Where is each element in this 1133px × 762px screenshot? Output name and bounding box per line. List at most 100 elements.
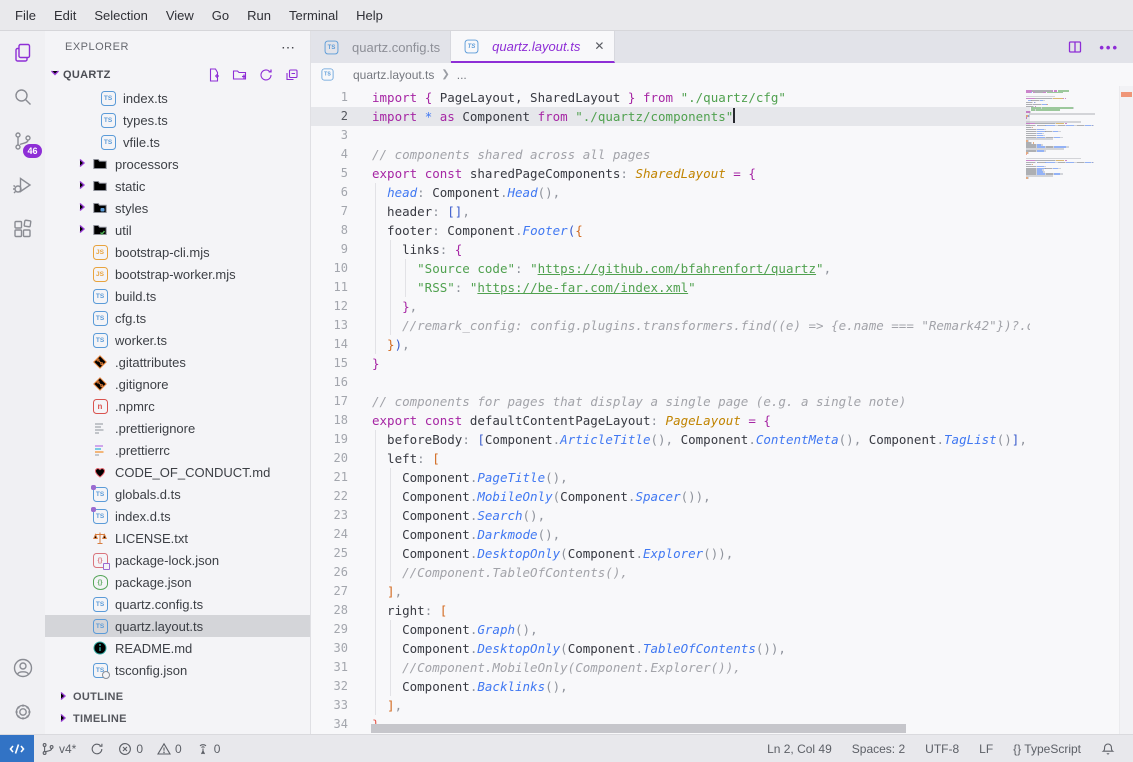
git-branch-status[interactable]: v4* [34,742,83,756]
activity-settings-gear-icon[interactable] [0,690,45,734]
code-line-17[interactable]: 17// components for pages that display a… [311,392,1030,411]
timeline-section[interactable]: TIMELINE [45,708,310,730]
views-more-actions-icon[interactable]: ⋯ [281,39,296,56]
tree-item-static[interactable]: static [45,175,310,197]
code-line-32[interactable]: 32 Component.Backlinks(), [311,677,1030,696]
code-line-26[interactable]: 26 //Component.TableOfContents(), [311,563,1030,582]
tree-item-package-json[interactable]: {}package.json [45,571,310,593]
tree-item-code-of-conduct-md[interactable]: CODE_OF_CONDUCT.md [45,461,310,483]
activity-run-debug-icon[interactable] [0,163,45,207]
tree-item-index-ts[interactable]: TSindex.ts [45,87,310,109]
code-line-5[interactable]: 5export const sharedPageComponents: Shar… [311,164,1030,183]
tree-item--prettierignore[interactable]: .prettierignore [45,417,310,439]
activity-files-icon[interactable] [0,31,45,75]
tab-quartz-config-ts[interactable]: TSquartz.config.ts [311,31,451,63]
tree-item-license-txt[interactable]: LICENSE.txt [45,527,310,549]
code-line-8[interactable]: 8 footer: Component.Footer({ [311,221,1030,240]
menu-item-selection[interactable]: Selection [85,5,156,26]
minimap[interactable] [1020,88,1120,734]
language-mode[interactable]: {} TypeScript [1003,742,1091,756]
tree-item-readme-md[interactable]: README.md [45,637,310,659]
activity-search-icon[interactable] [0,75,45,119]
tree-item-worker-ts[interactable]: TSworker.ts [45,329,310,351]
tree-item-build-ts[interactable]: TSbuild.ts [45,285,310,307]
tree-item-index-d-ts[interactable]: TSindex.d.ts [45,505,310,527]
horizontal-scrollbar[interactable] [371,724,906,733]
menu-item-file[interactable]: File [6,5,45,26]
split-editor-icon[interactable] [1067,39,1083,55]
warnings-status[interactable]: 0 [150,742,189,756]
menu-item-go[interactable]: Go [203,5,238,26]
remote-indicator[interactable] [0,735,34,762]
new-folder-icon[interactable] [232,67,248,83]
menu-item-edit[interactable]: Edit [45,5,85,26]
code-line-33[interactable]: 33 ], [311,696,1030,715]
code-line-30[interactable]: 30 Component.DesktopOnly(Component.Table… [311,639,1030,658]
more-actions-icon[interactable]: ••• [1099,40,1119,55]
activity-extensions-icon[interactable] [0,207,45,251]
breadcrumb-file[interactable]: quartz.layout.ts [353,68,434,82]
tree-item-bootstrap-worker-mjs[interactable]: JSbootstrap-worker.mjs [45,263,310,285]
code-line-9[interactable]: 9 links: { [311,240,1030,259]
breadcrumb[interactable]: TS quartz.layout.ts ❯ ... [311,63,1133,86]
tree-item-styles[interactable]: styles [45,197,310,219]
collapse-all-icon[interactable] [284,67,300,83]
cursor-position[interactable]: Ln 2, Col 49 [757,742,842,756]
tree-item-package-lock-json[interactable]: {}package-lock.json [45,549,310,571]
indentation[interactable]: Spaces: 2 [842,742,915,756]
tree-item-util[interactable]: util [45,219,310,241]
activity-source-control-icon[interactable]: 46 [0,119,45,163]
code-line-12[interactable]: 12 }, [311,297,1030,316]
tree-item-quartz-layout-ts[interactable]: TSquartz.layout.ts [45,615,310,637]
code-line-23[interactable]: 23 Component.Search(), [311,506,1030,525]
tree-item--gitignore[interactable]: .gitignore [45,373,310,395]
tree-item-cfg-ts[interactable]: TScfg.ts [45,307,310,329]
menu-item-view[interactable]: View [157,5,203,26]
menu-item-help[interactable]: Help [347,5,392,26]
code-line-27[interactable]: 27 ], [311,582,1030,601]
tree-item--gitattributes[interactable]: .gitattributes [45,351,310,373]
eol[interactable]: LF [969,742,1003,756]
folder-section-header[interactable]: QUARTZ [45,63,310,86]
tree-item-tsconfig-json[interactable]: TStsconfig.json [45,659,310,681]
tree-item-quartz-config-ts[interactable]: TSquartz.config.ts [45,593,310,615]
outline-section[interactable]: OUTLINE [45,686,310,708]
notifications[interactable] [1091,742,1125,756]
code-editor[interactable]: 1import { PageLayout, SharedLayout } fro… [311,86,1133,734]
new-file-icon[interactable] [206,67,222,83]
code-line-31[interactable]: 31 //Component.MobileOnly(Component.Expl… [311,658,1030,677]
tree-item--npmrc[interactable]: n.npmrc [45,395,310,417]
code-line-7[interactable]: 7 header: [], [311,202,1030,221]
code-line-19[interactable]: 19 beforeBody: [Component.ArticleTitle()… [311,430,1030,449]
sync-status[interactable] [83,742,111,756]
code-line-10[interactable]: 10 "Source code": "https://github.com/bf… [311,259,1030,278]
tree-item-types-ts[interactable]: TStypes.ts [45,109,310,131]
errors-status[interactable]: 0 [111,742,150,756]
tree-item-vfile-ts[interactable]: TSvfile.ts [45,131,310,153]
refresh-icon[interactable] [258,67,274,83]
tree-item-globals-d-ts[interactable]: TSglobals.d.ts [45,483,310,505]
breadcrumb-symbol[interactable]: ... [457,68,467,82]
code-line-2[interactable]: 2import * as Component from "./quartz/co… [311,107,1030,126]
code-line-1[interactable]: 1import { PageLayout, SharedLayout } fro… [311,88,1030,107]
code-line-25[interactable]: 25 Component.DesktopOnly(Component.Explo… [311,544,1030,563]
tree-item-bootstrap-cli-mjs[interactable]: JSbootstrap-cli.mjs [45,241,310,263]
code-line-3[interactable]: 3 [311,126,1030,145]
tree-item--prettierrc[interactable]: .prettierrc [45,439,310,461]
ports-status[interactable]: 0 [189,742,228,756]
code-line-15[interactable]: 15} [311,354,1030,373]
code-line-29[interactable]: 29 Component.Graph(), [311,620,1030,639]
tree-item-processors[interactable]: processors [45,153,310,175]
menu-item-run[interactable]: Run [238,5,280,26]
code-line-24[interactable]: 24 Component.Darkmode(), [311,525,1030,544]
tab-quartz-layout-ts[interactable]: TSquartz.layout.ts✕ [451,31,615,63]
code-line-18[interactable]: 18export const defaultContentPageLayout:… [311,411,1030,430]
close-icon[interactable]: ✕ [594,39,604,53]
encoding[interactable]: UTF-8 [915,742,969,756]
code-line-22[interactable]: 22 Component.MobileOnly(Component.Spacer… [311,487,1030,506]
code-line-13[interactable]: 13 //remark_config: config.plugins.trans… [311,316,1030,335]
code-line-21[interactable]: 21 Component.PageTitle(), [311,468,1030,487]
code-line-20[interactable]: 20 left: [ [311,449,1030,468]
activity-account-icon[interactable] [0,646,45,690]
code-line-4[interactable]: 4// components shared across all pages [311,145,1030,164]
